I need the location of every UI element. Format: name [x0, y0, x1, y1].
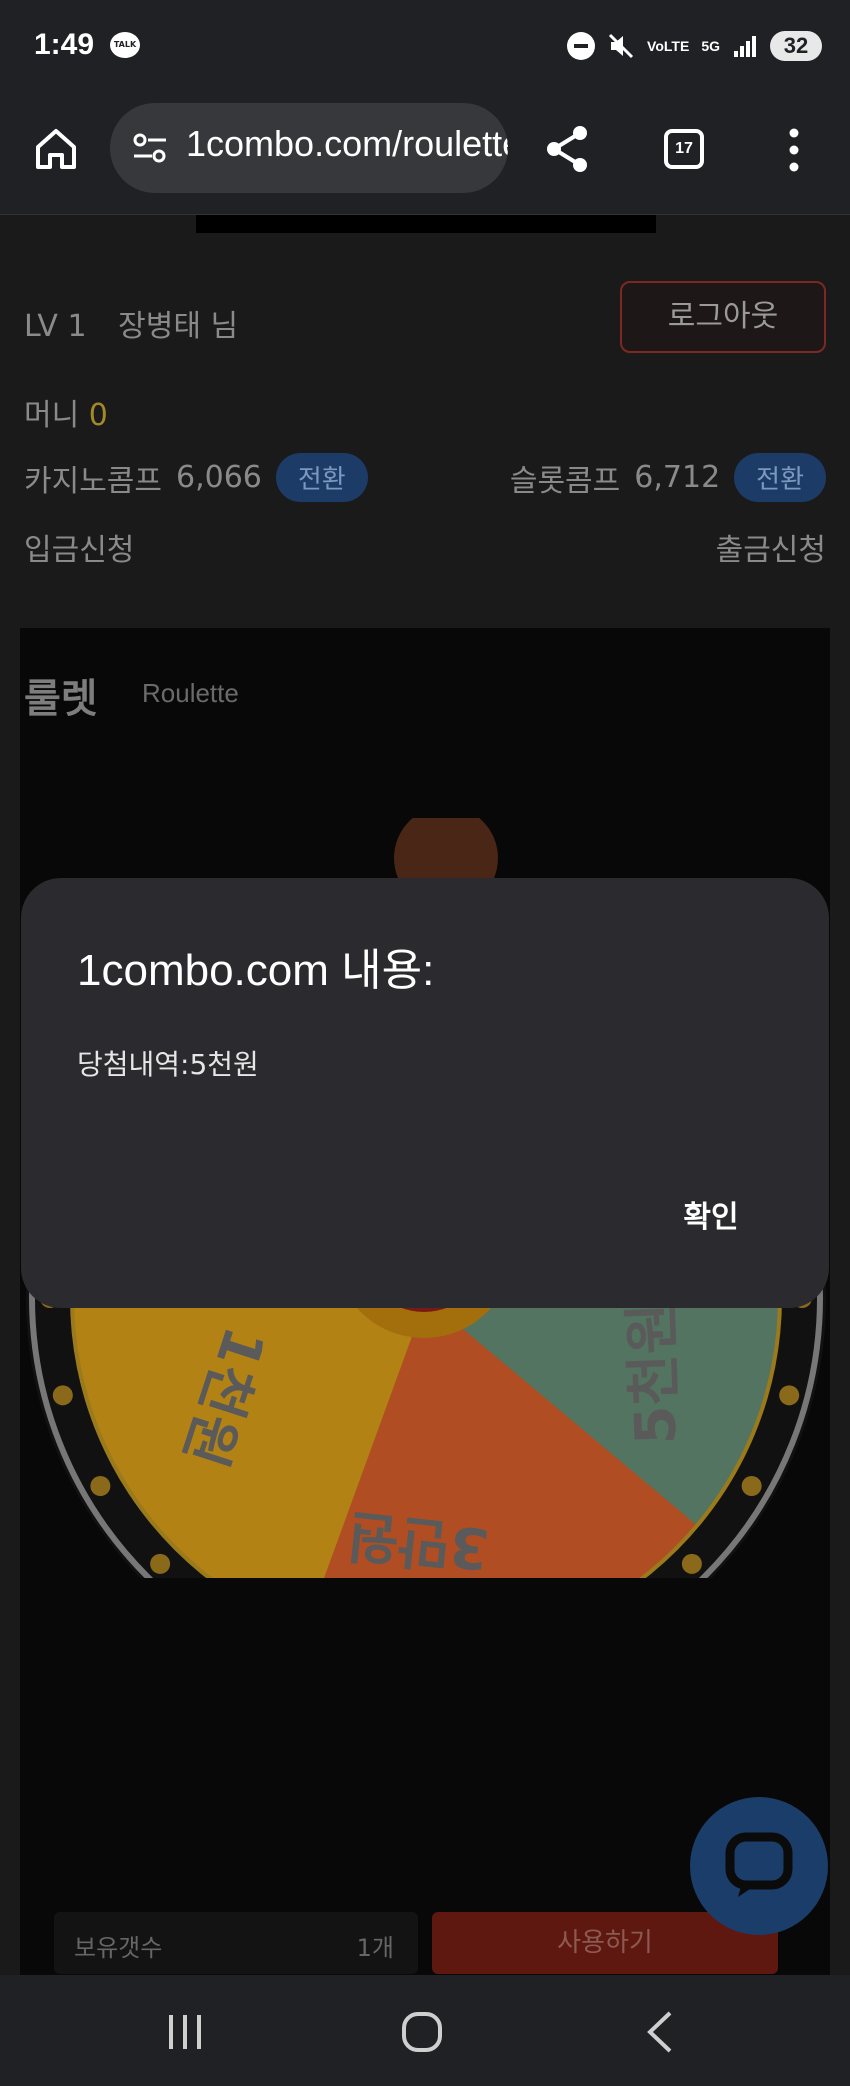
casino-comp-value: 6,066 — [176, 460, 262, 495]
dialog-ok-button[interactable]: 확인 — [641, 1188, 781, 1248]
chat-icon — [725, 1832, 793, 1897]
user-level: LV 1 — [24, 309, 87, 344]
back-icon[interactable] — [620, 1997, 700, 2067]
deposit-request-link[interactable]: 입금신청 — [24, 525, 134, 569]
home-nav-icon[interactable] — [382, 1997, 462, 2067]
wheel-bulb — [741, 1476, 762, 1496]
user-name: 장병태 님 — [118, 309, 239, 344]
slot-comp: 슬롯콤프 6,712 전환 — [510, 453, 826, 502]
recents-icon[interactable] — [145, 1997, 225, 2067]
browser-toolbar: 1combo.com/roulette 17 — [0, 95, 850, 215]
money-row: 머니 0 — [24, 390, 826, 434]
battery-indicator: 32 — [770, 31, 822, 61]
hold-count-box: 보유갯수 1개 — [54, 1912, 418, 1974]
tune-icon[interactable] — [132, 131, 168, 165]
site-logo — [196, 215, 656, 233]
slot-convert-button[interactable]: 전환 — [734, 453, 826, 502]
hold-count-label: 보유갯수 — [74, 1934, 163, 1962]
volte-label: VoLTE — [647, 38, 690, 54]
address-bar[interactable]: 1combo.com/roulette — [110, 103, 508, 193]
kakaotalk-icon: TALK — [110, 32, 140, 58]
logout-button[interactable]: 로그아웃 — [620, 281, 826, 353]
wheel-bulb — [90, 1476, 111, 1496]
dialog-title: 1combo.com 내용: — [77, 946, 435, 995]
more-vert-icon[interactable] — [786, 127, 802, 173]
casino-comp: 카지노콤프 6,066 전환 — [24, 453, 368, 502]
casino-comp-label: 카지노콤프 — [24, 463, 162, 499]
wheel-bulb — [681, 1553, 702, 1574]
home-icon[interactable] — [30, 123, 82, 175]
casino-convert-button[interactable]: 전환 — [275, 453, 368, 502]
tabs-icon[interactable]: 17 — [664, 129, 704, 169]
network-label: 5G — [701, 38, 720, 54]
navigation-bar — [0, 1975, 850, 2086]
alert-dialog: 1combo.com 내용: 당첨내역:5천원 확인 — [21, 878, 829, 1308]
money-value: 0 — [88, 398, 108, 433]
wheel-bulb — [52, 1385, 73, 1406]
slot-comp-value: 6,712 — [634, 460, 721, 495]
hold-count-value: 1개 — [356, 1934, 394, 1962]
slot-comp-label: 슬롯콤프 — [509, 463, 621, 499]
segment-label-3: 5천원 — [620, 1302, 690, 1446]
money-label: 머니 — [24, 398, 80, 433]
dialog-message: 당첨내역:5천원 — [77, 1048, 259, 1081]
roulette-title: 룰렛 — [24, 676, 98, 722]
status-time: 1:49 — [34, 28, 95, 61]
wheel-bulb — [150, 1553, 171, 1574]
do-not-disturb-icon — [567, 32, 596, 60]
chat-button[interactable] — [690, 1797, 828, 1935]
status-bar: 1:49 TALK VoLTE 5G 32 — [0, 0, 850, 95]
signal-icon — [734, 36, 756, 57]
roulette-subtitle: Roulette — [142, 678, 239, 708]
mute-icon — [608, 33, 634, 59]
url-text: 1combo.com/roulette — [186, 123, 508, 164]
withdraw-request-link[interactable]: 출금신청 — [716, 525, 826, 569]
share-icon[interactable] — [544, 123, 592, 175]
wheel-bulb — [779, 1385, 800, 1406]
status-icons: VoLTE 5G 32 — [567, 28, 822, 64]
